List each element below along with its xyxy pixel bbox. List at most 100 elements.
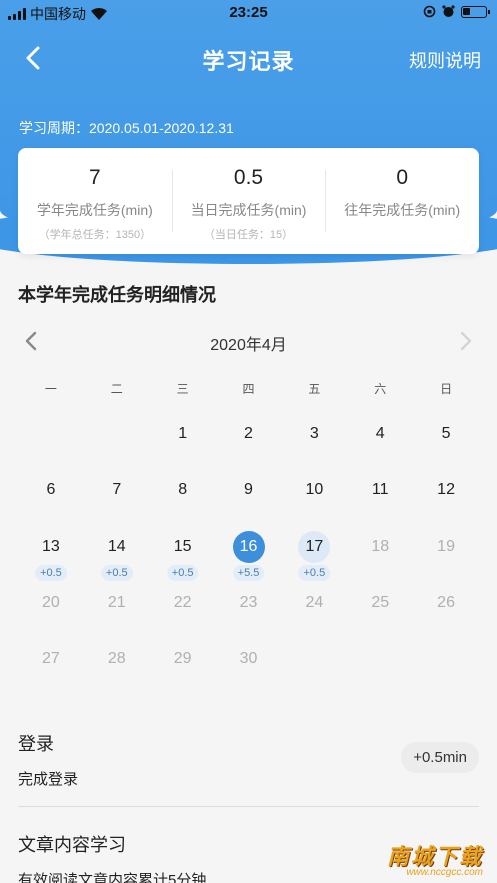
day-number: 15 — [173, 537, 192, 555]
calendar-day[interactable]: 7 — [84, 468, 150, 524]
day-number: 23 — [239, 593, 258, 611]
calendar-weekdays: 一 二 三 四 五 六 日 — [18, 380, 479, 397]
day-number: 3 — [309, 425, 319, 442]
section-title: 本学年完成任务明细情况 — [18, 285, 216, 305]
day-number: 7 — [112, 481, 122, 499]
calendar-empty — [281, 637, 347, 693]
stat-year-completed: 7 学年完成任务(min) （学年总任务：1350） — [18, 148, 172, 254]
calendar-day[interactable]: 3 — [281, 412, 347, 468]
day-number: 29 — [173, 650, 192, 668]
calendar-week: 1 2 3 4 5 — [18, 412, 479, 468]
stats-card: 7 学年完成任务(min) （学年总任务：1350） 0.5 当日完成任务(mi… — [18, 148, 479, 254]
day-number: 26 — [437, 593, 455, 611]
stat-value: 7 — [88, 166, 101, 189]
day-number: 21 — [107, 593, 126, 611]
day-number: 12 — [437, 481, 455, 499]
weekday-label: 五 — [308, 382, 321, 396]
calendar-week: 6 7 8 9 10 11 12 — [18, 468, 479, 524]
calendar-day[interactable]: 16 +5.5 — [216, 525, 282, 581]
day-number: 14 — [107, 537, 126, 555]
day-number: 19 — [437, 537, 455, 555]
nav-bar: 学习记录 规则说明 — [0, 36, 497, 80]
day-number: 28 — [107, 650, 126, 668]
stat-label: 学年完成任务(min) — [36, 202, 153, 218]
calendar-empty — [347, 637, 413, 693]
day-number: 25 — [371, 593, 390, 611]
calendar-day[interactable]: 14 +0.5 — [84, 525, 150, 581]
weekday-label: 日 — [440, 382, 453, 396]
calendar-day[interactable]: 5 — [413, 412, 479, 468]
calendar-day[interactable]: 29 — [150, 637, 216, 693]
calendar-day[interactable]: 27 — [18, 637, 84, 693]
calendar-day[interactable]: 8 — [150, 468, 216, 524]
day-number: 16 — [232, 530, 265, 563]
weekday-label: 一 — [44, 382, 57, 396]
day-points-badge: +0.5 — [166, 564, 199, 581]
calendar-day[interactable]: 22 — [150, 581, 216, 637]
stat-value: 0.5 — [233, 166, 264, 189]
day-number: 13 — [42, 537, 60, 555]
calendar-day[interactable]: 10 — [281, 468, 347, 524]
day-number: 20 — [42, 593, 60, 611]
day-number: 27 — [42, 650, 60, 668]
weekday-label: 四 — [242, 382, 255, 396]
calendar-day[interactable]: 1 — [150, 412, 216, 468]
calendar-header: 2020年4月 — [0, 326, 497, 356]
day-number: 30 — [239, 650, 258, 668]
rotation-lock-icon — [423, 5, 436, 18]
calendar-day[interactable]: 26 — [413, 581, 479, 637]
calendar-day[interactable]: 11 — [347, 468, 413, 524]
stat-sub: （学年总任务：1350） — [38, 229, 152, 241]
calendar-day[interactable]: 13 +0.5 — [18, 525, 84, 581]
watermark-logo: 南城下载 www.nccgcc.com — [371, 839, 489, 879]
calendar-grid: 1 2 3 4 5 6 7 8 9 10 11 12 13 +0.5 14 +0.5 15 +0.5 16 +5.5 1… — [18, 412, 479, 693]
stat-past-years: 0 往年完成任务(min) — [325, 148, 479, 254]
status-bar: 中国移动 23:25 — [0, 0, 497, 26]
calendar-day[interactable]: 25 — [347, 581, 413, 637]
calendar-day[interactable]: 24 — [281, 581, 347, 637]
day-points-badge: +0.5 — [298, 564, 331, 581]
day-number: 10 — [305, 481, 324, 499]
calendar-day[interactable]: 21 — [84, 581, 150, 637]
calendar-day[interactable]: 18 — [347, 525, 413, 581]
day-number: 1 — [178, 425, 188, 442]
rules-button[interactable]: 规则说明 — [409, 47, 481, 73]
calendar-empty — [413, 637, 479, 693]
day-points-badge: +5.5 — [232, 564, 265, 581]
task-points-badge: +0.5min — [401, 742, 479, 773]
day-points-badge: +0.5 — [100, 564, 133, 581]
stat-label: 往年完成任务(min) — [344, 202, 461, 218]
calendar-empty — [18, 412, 84, 468]
calendar-week: 27 28 29 30 — [18, 637, 479, 693]
day-number: 11 — [371, 481, 389, 499]
stat-sub: （当日任务：15） — [203, 229, 294, 241]
day-number: 9 — [244, 481, 253, 499]
calendar-week: 13 +0.5 14 +0.5 15 +0.5 16 +5.5 17 +0.5 18 19 — [18, 525, 479, 581]
day-number: 6 — [46, 481, 56, 499]
chevron-right-icon — [460, 331, 472, 351]
day-number: 22 — [173, 593, 192, 611]
calendar-day[interactable]: 23 — [216, 581, 282, 637]
calendar-day[interactable]: 6 — [18, 468, 84, 524]
day-points-badge: +0.5 — [35, 564, 67, 581]
calendar-day[interactable]: 30 — [216, 637, 282, 693]
calendar-day[interactable]: 9 — [216, 468, 282, 524]
day-number: 24 — [305, 593, 324, 611]
calendar-day[interactable]: 12 — [413, 468, 479, 524]
alarm-icon — [442, 5, 455, 17]
stat-day-completed: 0.5 当日完成任务(min) （当日任务：15） — [171, 148, 326, 254]
calendar-day[interactable]: 15 +0.5 — [150, 525, 216, 581]
calendar-day[interactable]: 4 — [347, 412, 413, 468]
status-right — [423, 5, 490, 18]
next-month-button[interactable] — [453, 329, 477, 353]
calendar-day[interactable]: 20 — [18, 581, 84, 637]
calendar-day[interactable]: 17 +0.5 — [281, 525, 347, 581]
day-number: 18 — [371, 537, 390, 555]
calendar-day[interactable]: 28 — [84, 637, 150, 693]
day-number: 4 — [375, 425, 385, 442]
calendar-month: 2020年4月 — [210, 337, 287, 354]
calendar-day[interactable]: 19 — [413, 525, 479, 581]
calendar-day[interactable]: 2 — [216, 412, 282, 468]
day-number: 2 — [244, 425, 253, 442]
calendar-empty — [84, 412, 150, 468]
